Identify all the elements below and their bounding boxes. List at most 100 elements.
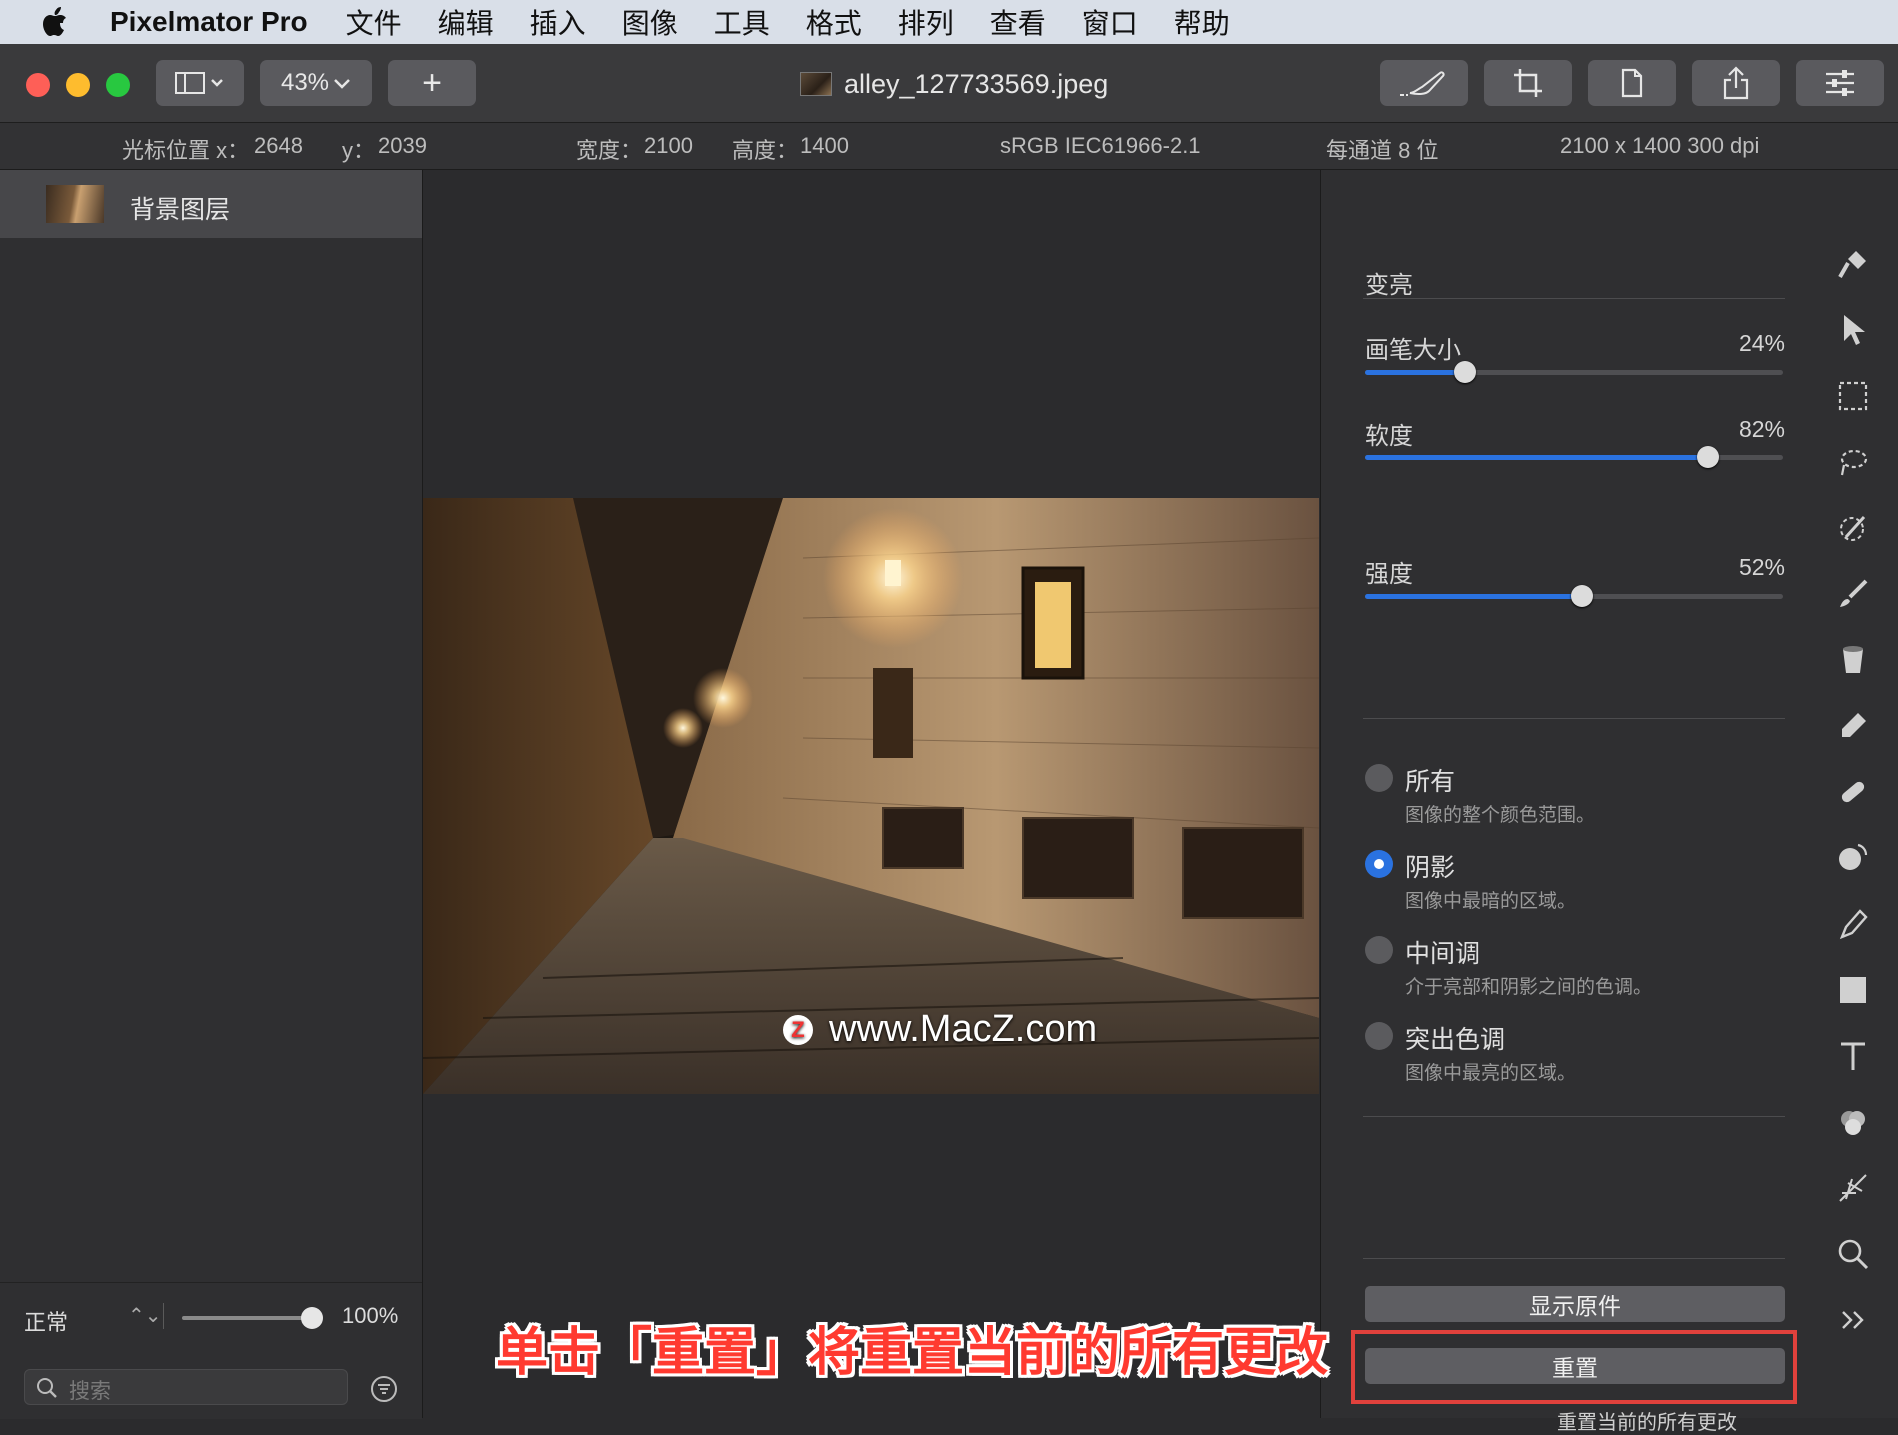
slider-label-strength: 强度 <box>1365 561 1413 588</box>
tool-title: 变亮 <box>1365 272 1413 299</box>
magic-wand-icon[interactable] <box>1831 506 1875 550</box>
layers-footer: 正常 ⌃⌄ 100% 搜索 <box>0 1282 422 1419</box>
chevron-down-icon <box>334 79 350 89</box>
strength-slider[interactable] <box>1365 585 1783 607</box>
divider <box>1363 1258 1785 1259</box>
share-icon <box>1723 66 1749 100</box>
slider-value-softness: 82% <box>1738 416 1785 442</box>
paint-tool-button[interactable] <box>1380 60 1468 106</box>
radio-shadows[interactable] <box>1365 850 1393 878</box>
text-icon[interactable] <box>1831 1034 1875 1078</box>
softness-slider[interactable] <box>1365 446 1783 468</box>
watermark-logo: Z <box>783 1014 813 1045</box>
slider-knob[interactable] <box>1571 585 1594 607</box>
radio-label-shadows[interactable]: 阴影 <box>1405 848 1455 884</box>
document-title: alley_127733569.jpeg <box>800 64 1108 104</box>
slider-knob[interactable] <box>1454 361 1477 383</box>
width-value: 2100 <box>644 133 693 158</box>
crop-icon <box>1514 69 1542 97</box>
slider-fill <box>1365 594 1583 599</box>
reset-button[interactable]: 重置 <box>1365 1348 1785 1384</box>
tool-strip <box>1811 170 1898 1418</box>
menu-view[interactable]: 查看 <box>990 2 1046 42</box>
brush-size-slider[interactable] <box>1365 361 1783 383</box>
slider-knob[interactable] <box>1696 446 1719 468</box>
eraser-icon[interactable] <box>1831 704 1875 748</box>
pen-icon[interactable] <box>1831 902 1875 946</box>
divider <box>1363 298 1785 299</box>
canvas-area[interactable]: Z www.MacZ.com <box>423 170 1319 1418</box>
slider-label-softness: 软度 <box>1365 423 1413 450</box>
close-window-button[interactable] <box>26 73 50 97</box>
menu-window[interactable]: 窗口 <box>1082 2 1138 42</box>
crop-button[interactable] <box>1484 60 1572 106</box>
clone-icon[interactable] <box>1831 836 1875 880</box>
distort-icon[interactable] <box>1831 1166 1875 1210</box>
menu-image[interactable]: 图像 <box>622 2 678 42</box>
radio-desc-shadows: 图像中最暗的区域。 <box>1405 891 1577 912</box>
radio-highlights[interactable] <box>1365 1022 1393 1050</box>
plus-icon: + <box>422 63 442 102</box>
cursor-y-label: y： <box>342 138 376 163</box>
height-value: 1400 <box>800 133 849 158</box>
divider <box>1363 718 1785 719</box>
menu-insert[interactable]: 插入 <box>530 2 586 42</box>
zoom-select[interactable]: 43% <box>260 60 372 106</box>
app-menu[interactable]: Pixelmator Pro <box>110 6 308 38</box>
watermark-text: www.MacZ.com <box>829 1008 1098 1050</box>
radio-all[interactable] <box>1365 764 1393 792</box>
bandage-icon[interactable] <box>1831 770 1875 814</box>
radio-label-highlights[interactable]: 突出色调 <box>1405 1020 1505 1056</box>
minimize-window-button[interactable] <box>66 73 90 97</box>
filter-icon[interactable] <box>370 1375 398 1403</box>
more-icon[interactable] <box>1831 1298 1875 1342</box>
radio-desc-all: 图像的整个颜色范围。 <box>1405 805 1596 826</box>
paint-roller-icon[interactable] <box>1831 242 1875 286</box>
lasso-icon[interactable] <box>1831 440 1875 484</box>
zoom-window-button[interactable] <box>106 73 130 97</box>
radio-label-all[interactable]: 所有 <box>1405 762 1455 798</box>
share-button[interactable] <box>1692 60 1780 106</box>
blend-mode-select[interactable]: 正常 <box>24 1305 68 1337</box>
shape-icon[interactable] <box>1831 968 1875 1012</box>
rect-select-icon[interactable] <box>1831 374 1875 418</box>
menu-tools[interactable]: 工具 <box>714 2 770 42</box>
slider-fill <box>1365 455 1708 460</box>
apple-icon[interactable] <box>0 7 110 37</box>
layer-row[interactable]: 背景图层 <box>0 170 422 238</box>
color-adjust-icon[interactable] <box>1831 1100 1875 1144</box>
layer-name: 背景图层 <box>130 196 231 224</box>
layer-thumbnail <box>46 185 104 223</box>
document-icon <box>1621 68 1643 98</box>
menu-bar: Pixelmator Pro 文件 编辑 插入 图像 工具 格式 排列 查看 窗… <box>0 0 1898 44</box>
menu-file[interactable]: 文件 <box>346 2 402 42</box>
menu-format[interactable]: 格式 <box>806 2 862 42</box>
brush-stroke-icon <box>1400 71 1445 96</box>
layer-search-field[interactable]: 搜索 <box>24 1369 348 1405</box>
format-button[interactable] <box>1588 60 1676 106</box>
menu-help[interactable]: 帮助 <box>1174 2 1230 42</box>
menu-arrange[interactable]: 排列 <box>898 2 954 42</box>
zoom-value: 43% <box>280 69 330 96</box>
add-button[interactable]: + <box>388 60 476 106</box>
search-placeholder: 搜索 <box>69 1380 111 1403</box>
arrow-select-icon[interactable] <box>1831 308 1875 352</box>
photo-alley-night[interactable]: Z www.MacZ.com <box>423 498 1319 1094</box>
radio-label-midtones[interactable]: 中间调 <box>1405 934 1480 970</box>
radio-midtones[interactable] <box>1365 936 1393 964</box>
opacity-slider-knob[interactable] <box>301 1307 323 1329</box>
adjust-button[interactable] <box>1796 60 1884 106</box>
brush-icon[interactable] <box>1831 572 1875 616</box>
opacity-value: 100% <box>342 1303 399 1328</box>
cursor-y-value: 2039 <box>378 133 427 158</box>
image-dimensions: 2100 x 1400 300 dpi <box>1560 133 1760 158</box>
zoom-icon[interactable] <box>1831 1232 1875 1276</box>
radio-desc-midtones: 介于亮部和阴影之间的色调。 <box>1405 977 1653 998</box>
show-original-button[interactable]: 显示原件 <box>1365 1286 1785 1322</box>
updown-chevron-icon[interactable]: ⌃⌄ <box>128 1303 162 1328</box>
bucket-icon[interactable] <box>1831 638 1875 682</box>
watermark: Z www.MacZ.com <box>783 1008 1097 1051</box>
opacity-slider[interactable] <box>182 1307 323 1329</box>
sidebar-toggle-button[interactable] <box>156 60 244 106</box>
menu-edit[interactable]: 编辑 <box>438 2 494 42</box>
